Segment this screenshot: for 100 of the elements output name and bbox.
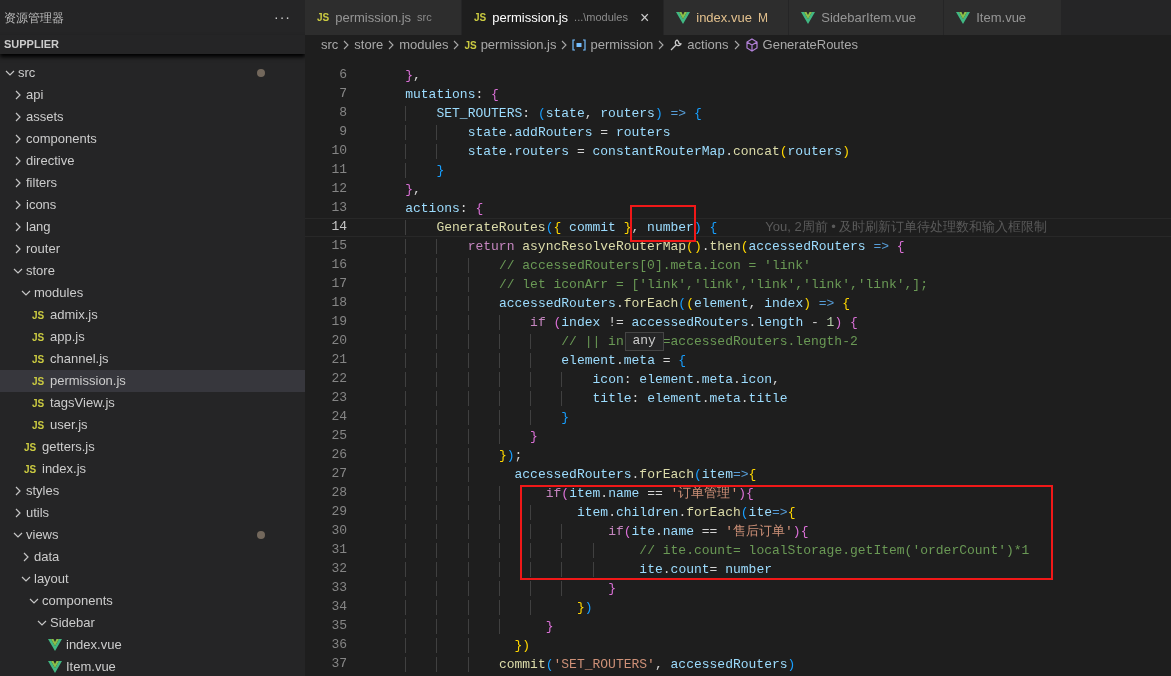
folder-item[interactable]: components	[0, 590, 305, 612]
code-line: // let iconArr = ['link','link','link','link','link',];	[374, 274, 928, 294]
hover-tooltip: any	[624, 331, 664, 351]
separator-icon	[387, 40, 396, 50]
section-header[interactable]: SUPPLIER	[4, 36, 59, 53]
line-number: 7	[338, 85, 347, 104]
file-item[interactable]: Item.vue	[0, 656, 305, 676]
folder-item[interactable]: store	[0, 260, 305, 282]
editor-tab[interactable]: SidebarItem.vue	[789, 0, 945, 35]
line-number: 32	[330, 560, 347, 579]
folder-item[interactable]: icons	[0, 194, 305, 216]
line-number: 31	[330, 541, 347, 560]
folder-item[interactable]: api	[0, 84, 305, 106]
line-number: 20	[330, 332, 347, 351]
code-line: }	[374, 616, 554, 636]
folder-item[interactable]: directive	[0, 150, 305, 172]
line-number: 25	[330, 427, 347, 446]
line-number: 37	[330, 655, 347, 674]
code-line: commit('SET_ROUTERS', accessedRouters)	[374, 654, 796, 674]
folder-item[interactable]: src	[0, 62, 305, 84]
separator-icon	[452, 40, 461, 50]
vue-file-icon	[956, 11, 971, 24]
line-number: 9	[338, 123, 347, 142]
line-number: 28	[330, 484, 347, 503]
editor-tab[interactable]: Item.vue	[944, 0, 1063, 35]
folder-item[interactable]: views	[0, 524, 305, 546]
variable-icon	[572, 39, 587, 51]
code-line: })	[374, 635, 531, 655]
code-line: // accessedRouters[0].meta.icon = 'link'	[374, 255, 811, 275]
folder-item[interactable]: lang	[0, 216, 305, 238]
code-line: GenerateRoutes({ commit }, number) {	[374, 217, 718, 237]
highlight-frame	[630, 204, 696, 242]
js-file-icon: JS	[24, 439, 40, 455]
js-file-icon: JS	[32, 307, 48, 323]
code-line: })	[374, 597, 593, 617]
folder-item[interactable]: layout	[0, 568, 305, 590]
folder-item[interactable]: components	[0, 128, 305, 150]
code-line: mutations: {	[404, 85, 499, 104]
js-file-icon: JS	[32, 373, 48, 389]
code-line: });	[374, 445, 523, 465]
code-line: actions: {	[404, 199, 484, 218]
line-number: 17	[330, 275, 347, 294]
more-actions-button[interactable]: ···	[274, 7, 291, 28]
breadcrumb-item[interactable]: store	[354, 35, 384, 55]
breadcrumb-item[interactable]: permission	[590, 35, 654, 55]
code-line: icon: element.meta.icon,	[374, 369, 780, 389]
file-item[interactable]: JS user.js	[0, 414, 305, 436]
vue-file-icon	[48, 639, 62, 651]
breadcrumb-item[interactable]: modules	[399, 35, 449, 55]
breadcrumb-item[interactable]: actions	[687, 35, 729, 55]
js-file-icon: JS	[474, 10, 487, 25]
file-item[interactable]: JS admix.js	[0, 304, 305, 326]
folder-item[interactable]: assets	[0, 106, 305, 128]
file-item[interactable]: JS permission.js	[0, 370, 305, 392]
file-item[interactable]: JS channel.js	[0, 348, 305, 370]
file-item[interactable]: JS index.js	[0, 458, 305, 480]
line-number: 16	[330, 256, 347, 275]
code-line: }	[374, 407, 570, 427]
file-item[interactable]: JS getters.js	[0, 436, 305, 458]
wrench-icon	[669, 38, 684, 52]
breadcrumb-item[interactable]: GenerateRoutes	[762, 35, 858, 55]
breadcrumb-item[interactable]: permission.js	[480, 35, 557, 55]
separator-icon	[342, 40, 351, 50]
editor-tab[interactable]: index.vue M	[664, 0, 790, 35]
js-file-icon: JS	[32, 329, 48, 345]
code-line: },	[404, 66, 421, 85]
file-item[interactable]: index.vue	[0, 634, 305, 656]
line-number: 34	[330, 598, 347, 617]
folder-item[interactable]: utils	[0, 502, 305, 524]
line-number: 26	[330, 446, 347, 465]
line-number: 10	[330, 142, 347, 161]
code-line: item.children.forEach(ite=>{	[374, 502, 796, 522]
tab-label: permission.js	[492, 8, 569, 27]
file-item[interactable]: JS tagsView.js	[0, 392, 305, 414]
breadcrumb-item[interactable]: src	[321, 35, 339, 55]
line-number: 13	[330, 199, 347, 218]
editor-tab[interactable]: JS permission.js ...\modules ×	[462, 0, 665, 35]
file-item[interactable]: JS app.js	[0, 326, 305, 348]
folder-item[interactable]: styles	[0, 480, 305, 502]
code-line: }	[374, 160, 445, 180]
line-number: 35	[330, 617, 347, 636]
code-line: state.routers = constantRouterMap.concat(routers)	[374, 141, 850, 161]
folder-item[interactable]: Sidebar	[0, 612, 305, 634]
line-number: 19	[330, 313, 347, 332]
separator-icon	[560, 40, 569, 50]
js-file-icon: JS	[32, 351, 48, 367]
code-line: if (index != accessedRouters.length - 1) {	[374, 312, 858, 332]
line-number: 27	[330, 465, 347, 484]
editor-tab[interactable]: JS permission.js src	[305, 0, 462, 35]
tab-label: Item.vue	[976, 8, 1027, 27]
code-line: },	[404, 180, 421, 199]
code-line: ite.count= number	[374, 559, 772, 579]
line-number: 24	[330, 408, 347, 427]
folder-item[interactable]: filters	[0, 172, 305, 194]
vue-file-icon	[676, 11, 691, 24]
folder-item[interactable]: router	[0, 238, 305, 260]
close-button[interactable]: ×	[639, 5, 650, 30]
tab-label: SidebarItem.vue	[821, 8, 916, 27]
folder-item[interactable]: modules	[0, 282, 305, 304]
folder-item[interactable]: data	[0, 546, 305, 568]
